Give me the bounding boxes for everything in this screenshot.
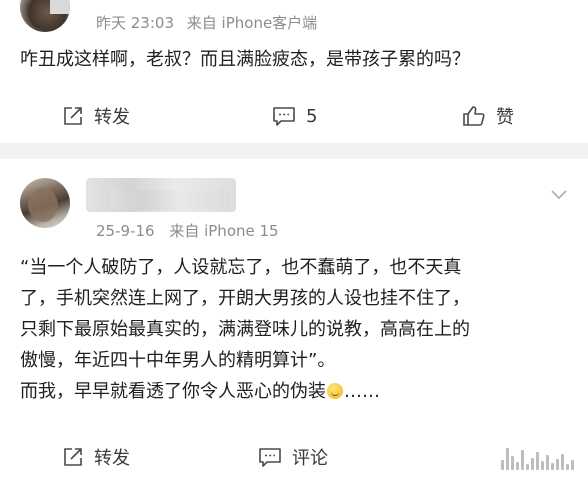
comment-action-bar: 转发 5 赞 [0, 101, 588, 131]
like-label: 赞 [496, 107, 514, 128]
avatar[interactable] [20, 0, 70, 32]
comment-time: 昨天 23:03 [96, 14, 174, 32]
repost-button[interactable]: 转发 [62, 101, 130, 131]
comment-meta: 25-9-16 来自 iPhone 15 [96, 220, 289, 241]
comment-icon [273, 107, 295, 126]
text-line: “当一个人破防了，人设就忘了，也不蠢萌了，也不天真 [20, 257, 462, 278]
smirk-emoji-icon [327, 383, 343, 399]
repost-label: 转发 [94, 448, 130, 469]
blurred-username-overlay [110, 190, 230, 210]
comment-button[interactable]: 评论 [258, 442, 328, 472]
thumbs-up-icon [463, 106, 485, 126]
comment-button[interactable]: 5 [272, 101, 317, 131]
repost-icon [64, 448, 82, 466]
repost-button[interactable]: 转发 [62, 442, 130, 472]
weibo-comment-feed: 昨天 23:03 来自 iPhone客户端 咋丑成这样啊，老叔？而且满脸疲态，是… [0, 0, 588, 478]
comment-card: 25-9-16 来自 iPhone 15 “当一个人破防了，人设就忘了，也不蠢萌… [0, 162, 588, 478]
text-segment: 而我，早早就看透了你令人恶心的伪装 [20, 381, 326, 402]
comment-source: 来自 iPhone客户端 [186, 14, 318, 32]
comment-date: 25-9-16 [96, 222, 155, 240]
like-button[interactable]: 赞 [462, 101, 514, 131]
chevron-down-icon [551, 190, 567, 200]
comment-card: 昨天 23:03 来自 iPhone客户端 咋丑成这样啊，老叔？而且满脸疲态，是… [0, 0, 588, 140]
avatar-photo [28, 188, 58, 222]
comment-source: 来自 iPhone 15 [169, 222, 279, 240]
comment-text: “当一个人破防了，人设就忘了，也不蠢萌了，也不天真 了，手机突然连上网了，开朗大… [20, 252, 580, 407]
text-line: 只剩下最原始最真实的，满满登味儿的说教，高高在上的 [20, 319, 470, 340]
section-divider [0, 143, 588, 159]
comment-action-bar: 转发 评论 [0, 442, 588, 472]
repost-icon [64, 107, 82, 125]
text-line: 而我，早早就看透了你令人恶心的伪装 …… [20, 376, 580, 407]
avatar[interactable] [20, 178, 70, 228]
more-button[interactable] [550, 186, 568, 205]
text-line: 了，手机突然连上网了，开朗大男孩的人设也挂不住了， [20, 288, 470, 309]
watermark [501, 448, 574, 470]
comment-label: 评论 [292, 448, 328, 469]
ellipsis: …… [344, 381, 380, 402]
comment-icon [259, 448, 281, 467]
repost-label: 转发 [94, 107, 130, 128]
comment-text: 咋丑成这样啊，老叔？而且满脸疲态，是带孩子累的吗？ [20, 49, 470, 70]
blurred-username [50, 0, 70, 14]
text-line: 傲慢，年近四十中年男人的精明算计”。 [20, 350, 336, 371]
comment-count: 5 [306, 105, 318, 127]
comment-meta: 昨天 23:03 来自 iPhone客户端 [96, 12, 325, 33]
